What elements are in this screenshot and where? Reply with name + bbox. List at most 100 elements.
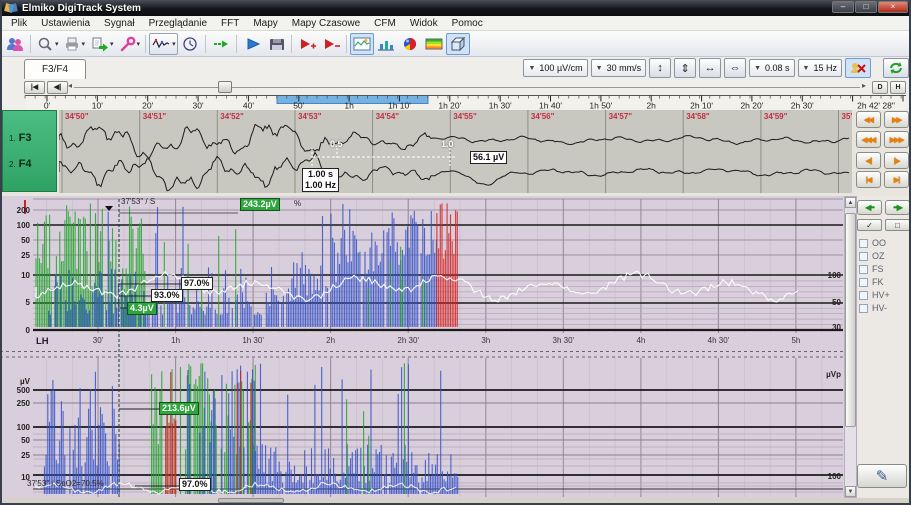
sphere-button[interactable]	[398, 33, 422, 55]
users-button[interactable]	[3, 33, 27, 55]
svg-text:50: 50	[21, 436, 30, 445]
svg-text:30: 30	[832, 323, 841, 332]
cfm-prev-button[interactable]: ◀••	[857, 200, 882, 215]
bottom-scrollbar[interactable]	[0, 498, 911, 503]
checkbox-label: FS	[872, 264, 884, 274]
dsa-charts[interactable]: 200100502510501005030LH30'1h1h 30'2h2h 3…	[0, 196, 844, 498]
page-slider-thumb[interactable]	[218, 81, 232, 93]
horizontal-scale-button[interactable]: ↔	[699, 58, 721, 78]
time-constant-select[interactable]: ▼ 0.08 s	[749, 59, 794, 77]
eeg-back-page-button[interactable]: ◀◀	[856, 111, 881, 128]
speed-select[interactable]: ▼ 30 mm/s	[591, 59, 646, 77]
cfm-next-button[interactable]: ••▶	[885, 200, 910, 215]
time-constant-value: 0.08 s	[765, 63, 790, 73]
step-button[interactable]	[209, 33, 233, 55]
play-remove-button[interactable]	[319, 33, 343, 55]
svg-text:34'55": 34'55"	[453, 112, 477, 121]
menu-widok[interactable]: Widok	[403, 18, 445, 29]
slider-right-arrow-icon[interactable]: ▸	[862, 81, 866, 90]
export-button[interactable]: ▾	[87, 33, 116, 55]
svg-text:1h: 1h	[344, 101, 354, 111]
close-button[interactable]: ×	[878, 1, 908, 13]
play-button[interactable]	[240, 33, 264, 55]
eeg-last-button[interactable]: ▶|	[884, 171, 909, 188]
svg-text:100: 100	[828, 271, 842, 280]
montage-checkbox-fs[interactable]: FS	[859, 264, 884, 274]
svg-text:34'51": 34'51"	[143, 112, 167, 121]
speed-value: 30 mm/s	[607, 63, 642, 73]
signal-button[interactable]: ▾	[149, 33, 178, 55]
montage-checkbox-hvplus[interactable]: HV+	[859, 290, 890, 300]
chevron-down-icon: ▾	[137, 40, 141, 48]
play-add-icon	[297, 36, 317, 52]
toolbar-separator	[346, 35, 347, 53]
menu-fft[interactable]: FFT	[214, 18, 246, 29]
print-button[interactable]: ▾	[61, 33, 88, 55]
maps-icon	[352, 36, 372, 52]
tools-button[interactable]: ▾	[116, 33, 143, 55]
eeg-back-step-button[interactable]: ◀|	[856, 152, 881, 169]
save-button[interactable]	[264, 33, 288, 55]
minimize-button[interactable]: –	[832, 1, 854, 13]
svg-text:4h 30': 4h 30'	[708, 336, 730, 345]
page-first-button[interactable]: |◀	[24, 81, 45, 94]
cube-button[interactable]	[446, 33, 470, 55]
cursor-amplitude-badge: 243.2µV	[240, 198, 280, 211]
checkbox-label: OZ	[872, 251, 885, 261]
play-remove-icon	[321, 36, 341, 52]
menu-plik[interactable]: Plik	[4, 18, 34, 29]
horizontal-scale2-button[interactable]: ⇔	[724, 58, 746, 78]
montage-checkbox-oz[interactable]: OZ	[859, 251, 885, 261]
eeg-forward-fast-button[interactable]: ▶▶▶	[884, 131, 909, 148]
vertical-scale2-button[interactable]: ⇕	[674, 58, 696, 78]
play-add-button[interactable]	[295, 33, 319, 55]
scroll-up-icon[interactable]: ▲	[845, 197, 856, 208]
menu-przeglądanie[interactable]: Przeglądanie	[142, 18, 214, 29]
montage-checkbox-oo[interactable]: OO	[859, 238, 886, 248]
page-slider-track[interactable]	[74, 87, 860, 88]
slider-left-arrow-icon[interactable]: ◂	[68, 81, 72, 90]
eeg-plot[interactable]: 34'50"34'51"34'52"34'53"34'54"34'55"34'5…	[59, 110, 852, 193]
channel-label-box[interactable]: 1.F3 2.F4	[2, 110, 57, 192]
filter-value: 15 Hz	[813, 63, 837, 73]
checkbox-icon	[859, 291, 868, 300]
clock-button[interactable]	[178, 33, 202, 55]
annotation-pencil-button[interactable]: ✎	[857, 464, 907, 488]
menu-ustawienia[interactable]: Ustawienia	[34, 18, 97, 29]
maps-button[interactable]	[350, 33, 374, 55]
zoom-button[interactable]: ▾	[34, 33, 61, 55]
filter-select[interactable]: ▼ 15 Hz	[798, 59, 842, 77]
eeg-back-fast-button[interactable]: ◀◀◀	[856, 131, 881, 148]
colormap-button[interactable]	[422, 33, 446, 55]
scroll-down-icon[interactable]: ▼	[845, 486, 856, 497]
eeg-first-button[interactable]: |◀	[856, 171, 881, 188]
refresh-button[interactable]	[883, 58, 909, 78]
cfm-vertical-scrollbar[interactable]: ▲ ▼	[844, 196, 857, 498]
menu-cfm[interactable]: CFM	[367, 18, 403, 29]
menu-pomoc[interactable]: Pomoc	[445, 18, 490, 29]
menu-mapy[interactable]: Mapy	[246, 18, 284, 29]
tab-f3f4[interactable]: F3/F4	[24, 59, 86, 79]
cursor-mode-button[interactable]: ✓	[857, 219, 882, 231]
region-mode-button[interactable]: □	[885, 219, 910, 231]
vertical-scale-button[interactable]: ↕	[649, 58, 671, 78]
channel-row-f4[interactable]: 2.F4	[9, 158, 56, 170]
timeline-ruler[interactable]: 0'10'20'30'40'50'1h1h 10'1h 20'1h 30'1h …	[0, 95, 911, 110]
bottom-scroll-thumb[interactable]	[218, 498, 284, 503]
page-prev-button[interactable]: ◀|	[47, 81, 68, 94]
scrollbar-thumb[interactable]	[845, 213, 856, 427]
remove-artifacts-button[interactable]	[845, 58, 871, 78]
sensitivity-select[interactable]: ▼ 100 µV/cm	[523, 59, 587, 77]
eeg-forward-page-button[interactable]: ▶▶	[884, 111, 909, 128]
restore-button[interactable]: □	[855, 1, 877, 13]
channel-row-f3[interactable]: 1.F3	[9, 132, 56, 144]
montage-checkbox-hvminus[interactable]: HV-	[859, 303, 887, 313]
eeg-forward-step-button[interactable]: |▶	[884, 152, 909, 169]
bars-button[interactable]	[374, 33, 398, 55]
timeline-d-button[interactable]: D	[872, 81, 888, 94]
tools-icon	[118, 36, 136, 52]
montage-checkbox-fk[interactable]: FK	[859, 277, 884, 287]
menu-sygnał[interactable]: Sygnał	[97, 18, 142, 29]
timeline-h-button[interactable]: H	[890, 81, 906, 94]
menu-mapy-czasowe[interactable]: Mapy Czasowe	[285, 18, 367, 29]
